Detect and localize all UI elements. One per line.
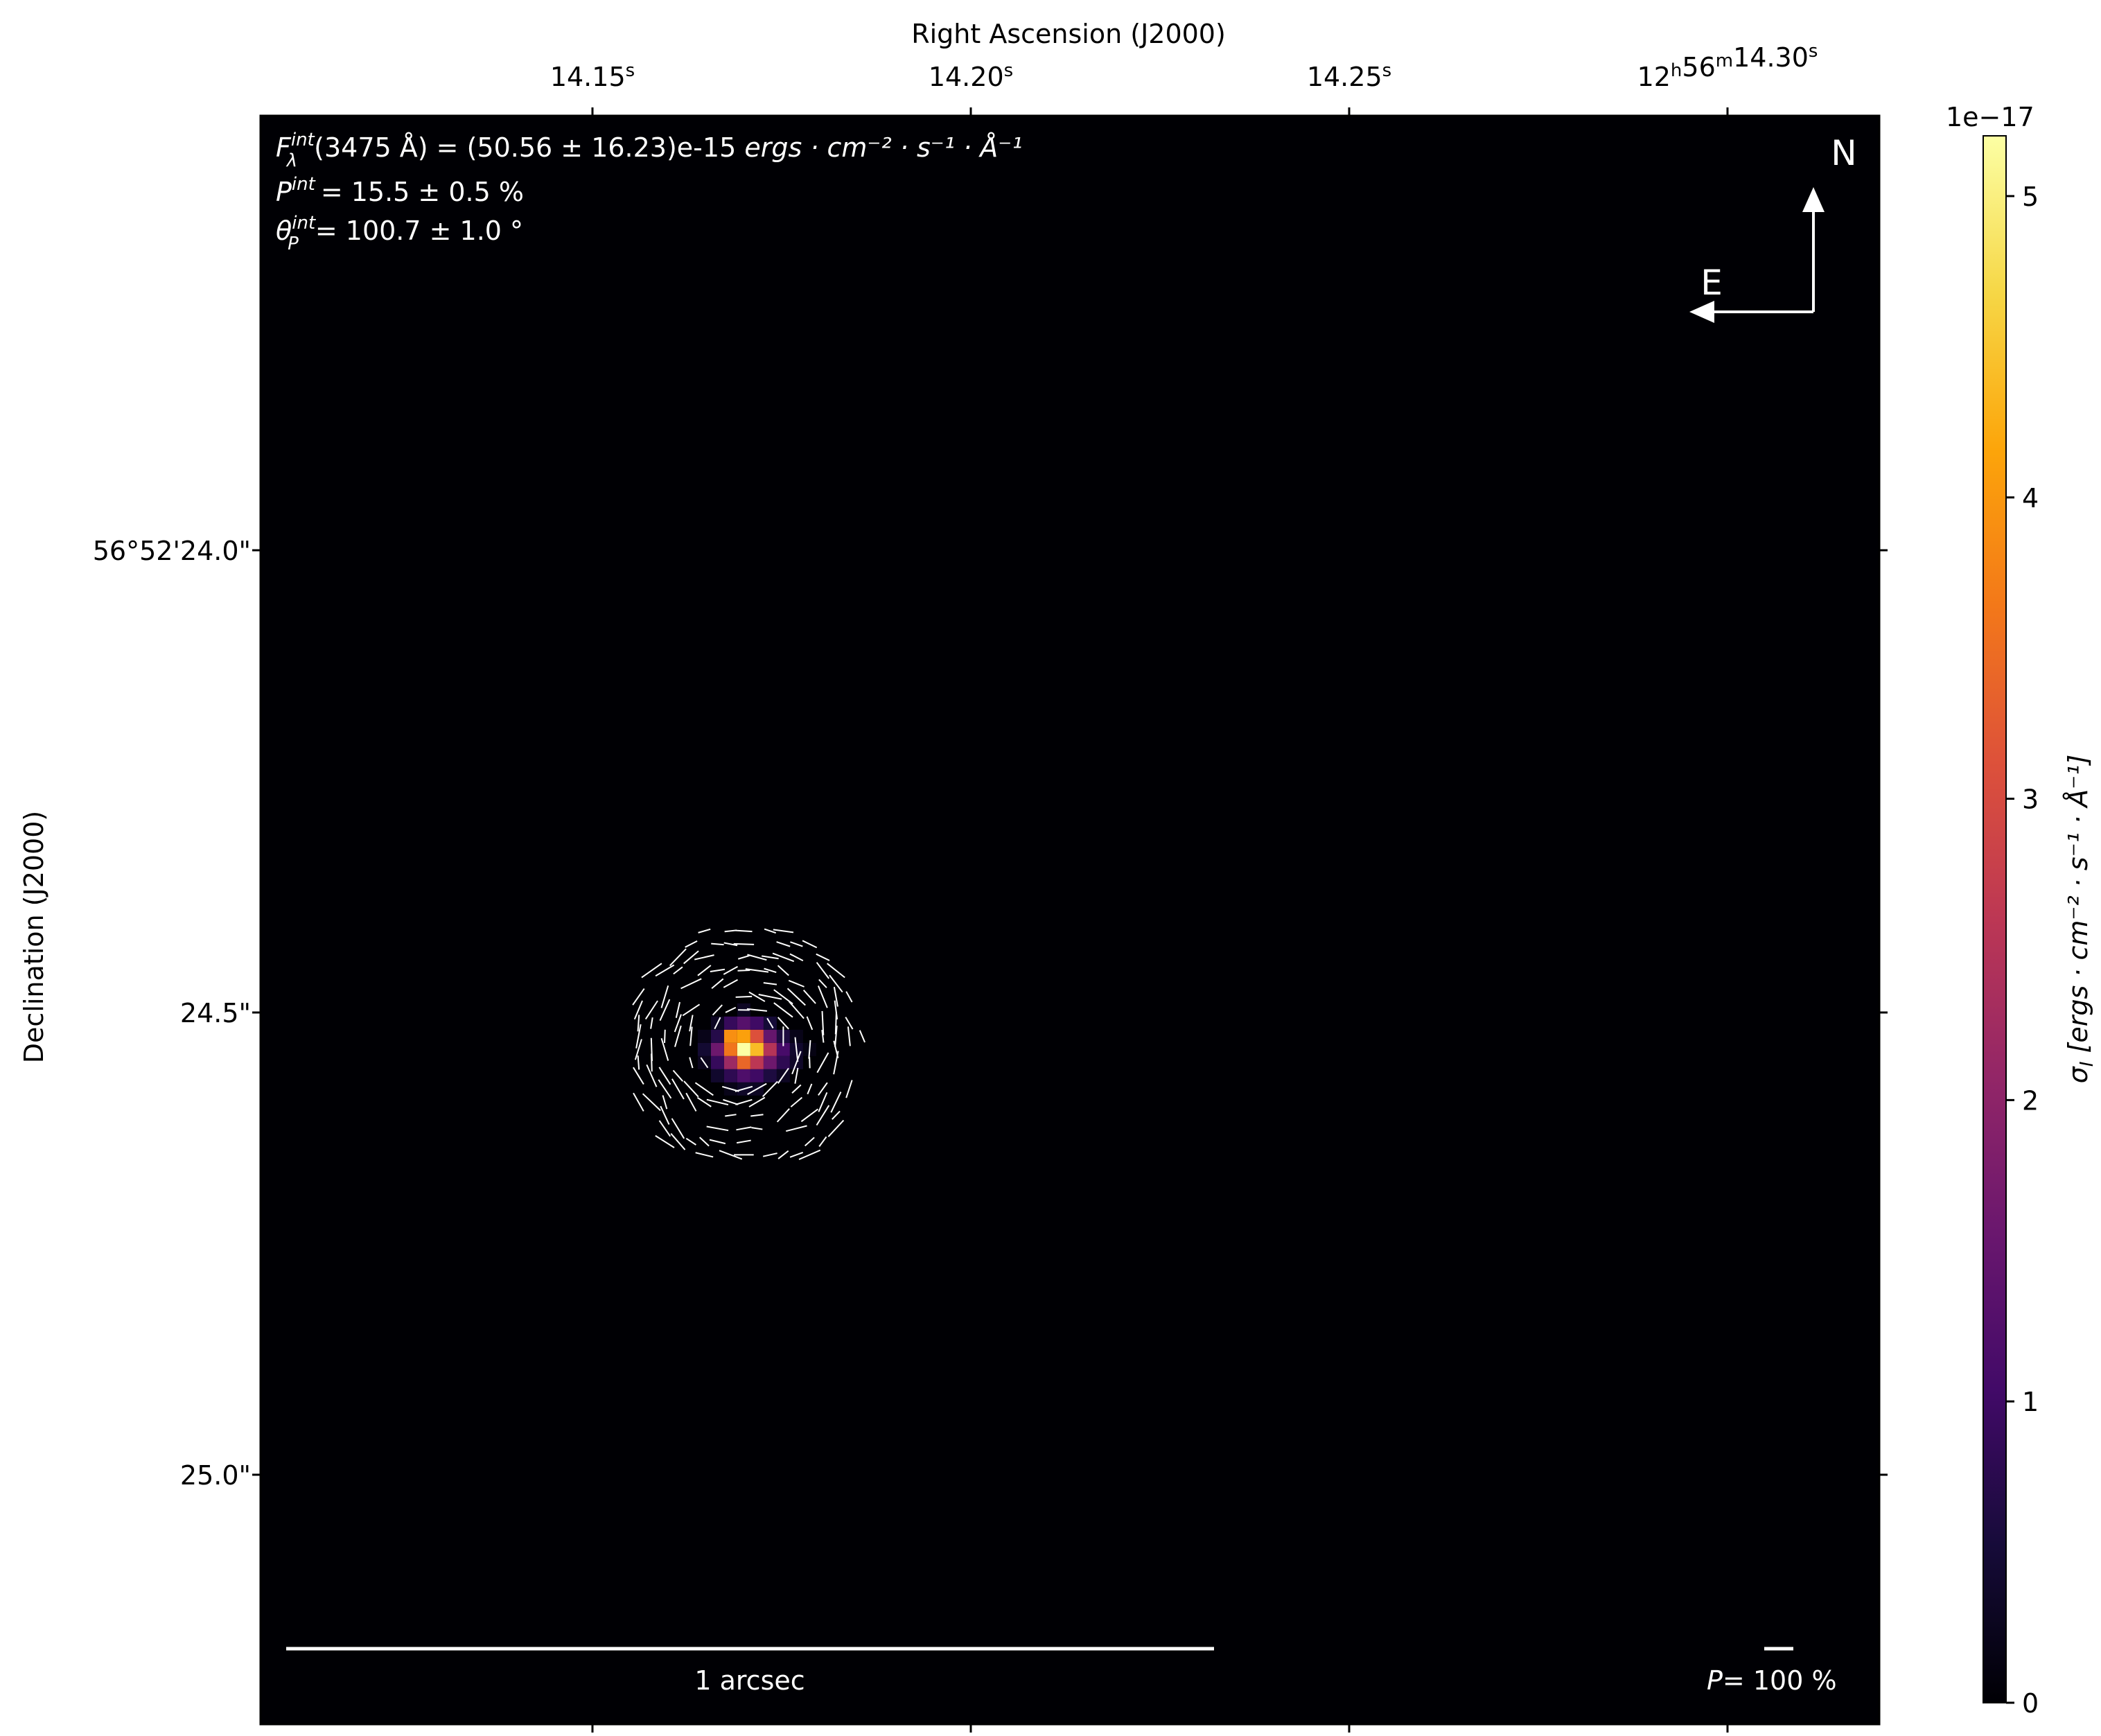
heatmap-cell-16	[737, 1069, 750, 1082]
colorbar-tick-label-5: 5	[2022, 182, 2039, 212]
colorbar-tick-label-4: 4	[2022, 483, 2039, 514]
east-label: E	[1700, 263, 1723, 303]
heatmap-cell-0	[737, 1042, 750, 1056]
heatmap-cell-18	[723, 1069, 737, 1082]
heatmap-cell-36	[789, 1029, 803, 1043]
heatmap-cell-23	[710, 1029, 724, 1043]
heatmap-cell-12	[763, 1029, 777, 1043]
polarization-vector-90	[651, 1053, 653, 1072]
polarization-vector-8	[733, 942, 755, 945]
x-tick-label-0: 14.15s	[550, 60, 635, 92]
x-tick-label-3: 12h56m14.30s	[1637, 41, 1818, 92]
polarization-scale-label: P= 100 %	[1707, 1665, 1837, 1696]
heatmap-cell-20	[776, 1055, 790, 1069]
y-tick-label-1: 24.5"	[180, 998, 251, 1028]
x-tick-label-1: 14.20s	[929, 60, 1013, 92]
colorbar-tick-label-3: 3	[2022, 784, 2039, 815]
heatmap-cell-15	[723, 1016, 737, 1030]
chart: Right Ascension (J2000) Declination (J20…	[19, 19, 2098, 1733]
heatmap-cell-13	[737, 1016, 750, 1030]
heatmap-cell-2	[723, 1042, 737, 1056]
arcsec-scale-label: 1 arcsec	[694, 1665, 805, 1696]
heatmap-cell-17	[750, 1069, 764, 1082]
heatmap-cell-24	[763, 1069, 777, 1082]
colorbar-label: σI [ergs · cm⁻² · s⁻¹ · Å⁻¹]	[2063, 755, 2098, 1084]
heatmap-cell-14	[750, 1016, 764, 1030]
heatmap-cell-1	[750, 1042, 764, 1056]
heatmap-cell-11	[763, 1055, 777, 1069]
y-tick-label-0: 56°52'24.0"	[93, 536, 251, 566]
heatmap-cell-3	[737, 1029, 750, 1043]
x-axis-title: Right Ascension (J2000)	[911, 19, 1226, 49]
polarization-vector-94	[809, 1057, 811, 1069]
colorbar-ticks: 0 1 2 3 4 5	[2006, 182, 2039, 1719]
heatmap-cell-10	[710, 1042, 724, 1056]
colorbar-tick-label-0: 0	[2022, 1688, 2039, 1719]
heatmap-cell-6	[737, 1055, 750, 1069]
heatmap-cell-28	[697, 1042, 711, 1056]
heatmap-cell-5	[750, 1029, 764, 1043]
heatmap-cell-9	[763, 1042, 777, 1056]
heatmap-cell-7	[750, 1055, 764, 1069]
y-tick-label-2: 25.0"	[180, 1460, 251, 1491]
colorbar	[1983, 135, 2007, 1703]
colorbar-offset-text: 1e−17	[1946, 102, 2034, 132]
y-axis-title: Declination (J2000)	[19, 811, 49, 1063]
polarization-vector-27	[737, 969, 750, 972]
plot-area	[261, 116, 1879, 1724]
north-label: N	[1831, 133, 1856, 173]
heatmap-cell-8	[723, 1055, 737, 1069]
heatmap-cell-39	[697, 1029, 711, 1043]
heatmap-cell-4	[723, 1029, 737, 1043]
colorbar-tick-label-2: 2	[2022, 1085, 2039, 1116]
x-tick-label-2: 14.25s	[1307, 60, 1391, 92]
colorbar-tick-label-1: 1	[2022, 1387, 2039, 1417]
heatmap-cell-25	[710, 1069, 724, 1082]
heatmap-cell-22	[710, 1055, 724, 1069]
